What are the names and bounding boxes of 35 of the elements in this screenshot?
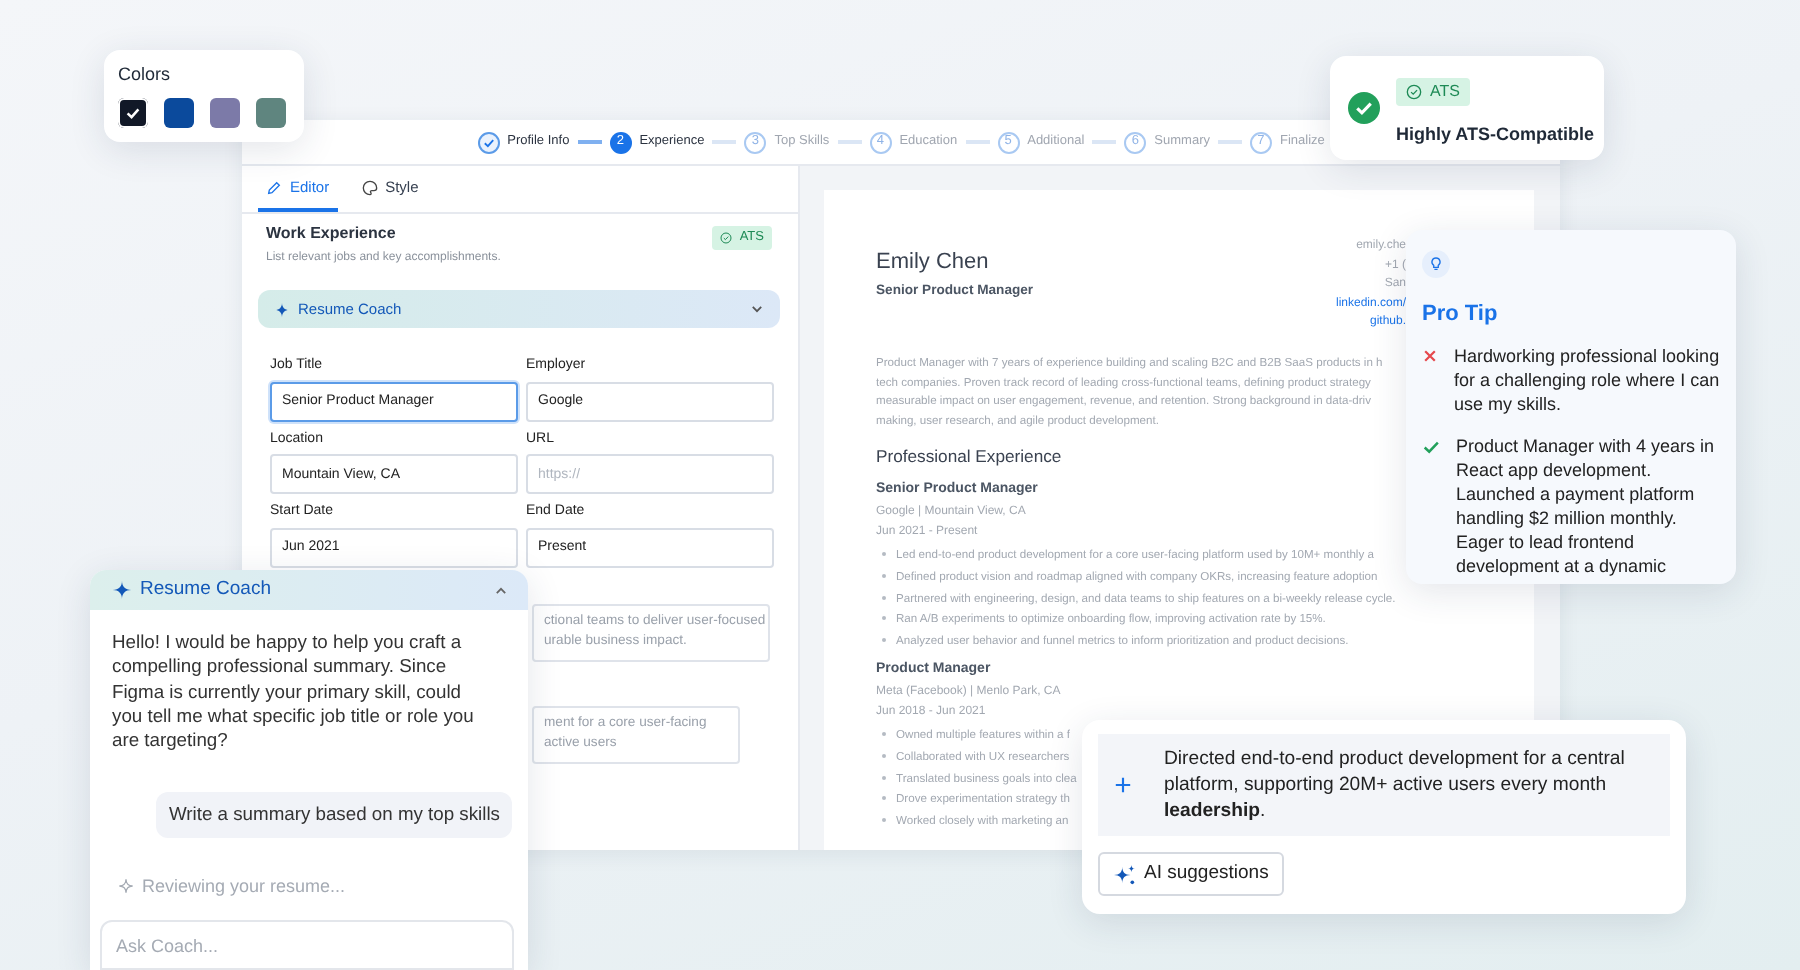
chevron-down-icon[interactable] [750, 302, 764, 317]
section-title: Work Experience [266, 222, 398, 247]
user-message: Write a summary based on my top skills [156, 792, 512, 838]
sparkle-icon [112, 580, 132, 600]
tip-example-text: Product Manager with 4 years in React app development. Launched a payment platform handling $2 million monthly. Eager to lead frontend development at a dynamic [1456, 433, 1717, 577]
check-circle-icon [719, 232, 732, 245]
chat-input-field[interactable]: Ask Coach... [100, 920, 514, 970]
color-swatch[interactable] [118, 97, 148, 127]
assistant-message: Hello! I would be happy to help you craft a compelling professional summary. Since Figma is currently your primary skill, could you tell me what specific job title or role you are targeting? [112, 630, 476, 753]
lightbulb-icon [1422, 250, 1450, 278]
tip-example-text: Hardworking professional looking for a challenging role where I can use my skills. [1454, 343, 1720, 415]
card-title: Colors [118, 62, 173, 88]
check-icon [124, 103, 142, 121]
card-title: Highly ATS-Compatible [1396, 121, 1594, 148]
sparkle-icon [274, 301, 290, 318]
pencil-icon [266, 179, 282, 196]
color-swatch[interactable] [164, 97, 194, 127]
section-heading: Professional Experience [876, 444, 1064, 471]
plus-icon [1114, 776, 1132, 794]
suggestion-item[interactable]: Directed end-to-end product development for a central platform, supporting 20M+ active users every month leadership. [1098, 734, 1670, 836]
sparkle-icon [118, 878, 134, 895]
status-text: Reviewing your resume... [142, 873, 346, 900]
color-swatch[interactable] [210, 97, 240, 127]
resume-name: Emily Chen [876, 248, 991, 278]
chat-title: Resume Coach [140, 575, 273, 604]
check-icon [481, 135, 496, 149]
sparkles-icon [1114, 863, 1136, 886]
color-swatch[interactable] [256, 97, 286, 127]
ai-suggestions-button[interactable]: AI suggestions [1098, 852, 1285, 897]
tip-title: Pro Tip [1422, 300, 1500, 330]
palette-icon [361, 179, 378, 196]
ats-badge: ATS [1396, 77, 1470, 106]
check-circle-icon [1406, 83, 1422, 100]
chevron-up-icon[interactable] [494, 583, 508, 597]
check-circle-icon [1348, 92, 1380, 124]
